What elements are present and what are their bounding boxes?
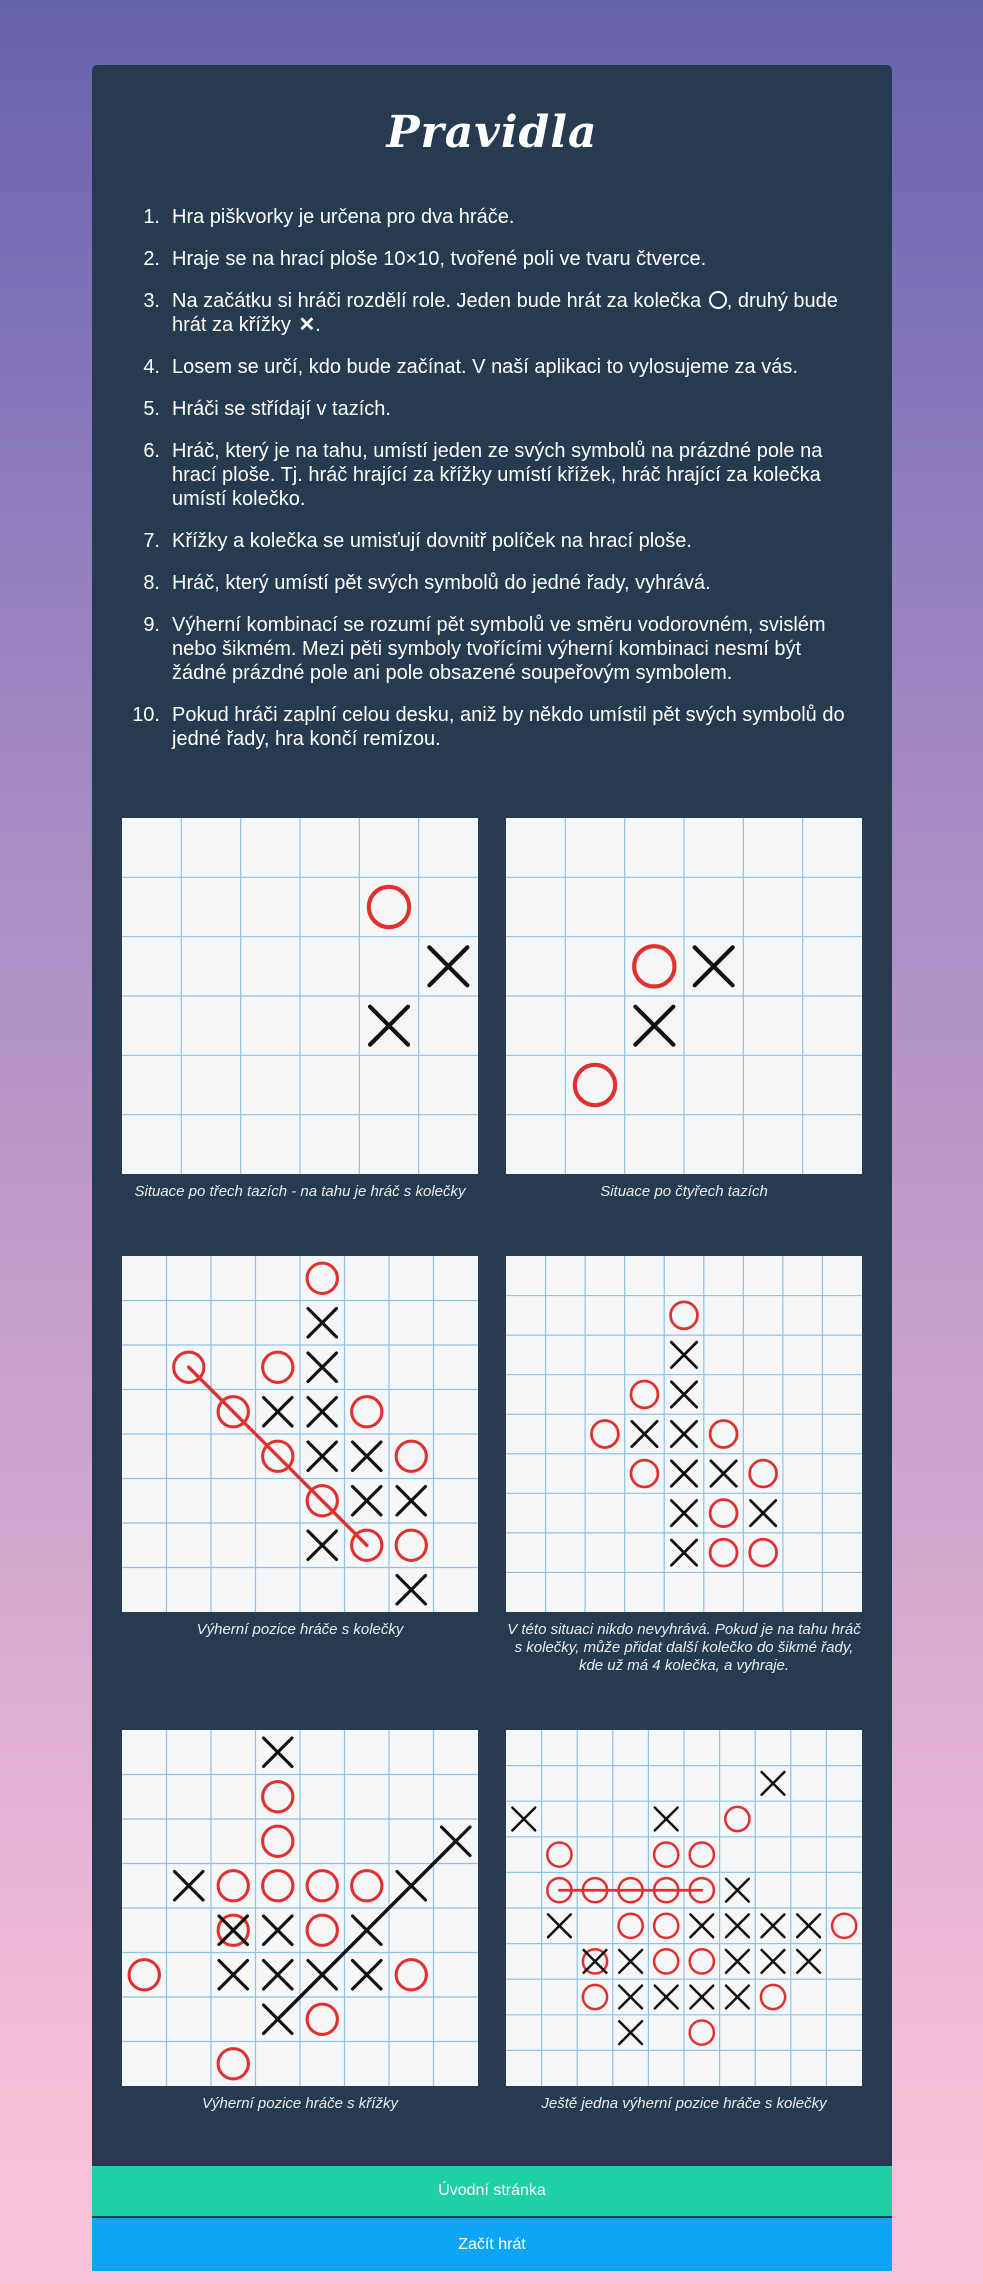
figure-caption: Výherní pozice hráče s křížky — [202, 2095, 398, 2112]
rule-item: 10. Pokud hráči zaplní celou desku, aniž … — [132, 703, 852, 751]
rule-number: 3. — [143, 290, 160, 312]
rule-number: 2. — [143, 248, 160, 270]
rule-number: 5. — [143, 398, 160, 420]
rule-item: 5. Hráči se střídají v tazích. — [143, 397, 852, 421]
rule-item: 9. Výherní kombinací se rozumí pět symbol… — [143, 613, 852, 685]
cross-icon: ✕ — [298, 314, 316, 336]
figure-3: Výherní pozice hráče s kolečky — [122, 1256, 478, 1639]
rule-text: . — [315, 314, 321, 336]
figure-2: Situace po čtyřech tazích — [506, 818, 862, 1201]
rule-item: 3. Na začátku si hráči rozdělí role. Jede… — [143, 289, 852, 337]
rule-item: 6. Hráč, který je na tahu, umístí jeden z… — [143, 439, 852, 511]
figure-caption: Ještě jedna výherní pozice hráče s koleč… — [541, 2095, 827, 2112]
figure-5: Výherní pozice hráče s křížky — [122, 1730, 478, 2113]
figure-1: Situace po třech tazích - na tahu je hrá… — [122, 818, 478, 1201]
rule-item: 8. Hráč, který umístí pět svých symbolů d… — [143, 571, 852, 595]
rule-text: Pokud hráči zaplní celou desku, aniž by … — [172, 704, 845, 750]
rules-card: Pravidla 1. Hra piškvorky je určena pro d… — [92, 65, 892, 2271]
rule-text: Křížky a kolečka se umisťují dovnitř pol… — [172, 530, 692, 552]
rule-number: 6. — [143, 440, 160, 462]
rule-text: Hraje se na hrací ploše 10×10, tvořené p… — [172, 248, 707, 270]
figure-caption: Výherní pozice hráče s kolečky — [196, 1621, 404, 1638]
rule-text: Hráč, který je na tahu, umístí jeden ze … — [172, 440, 823, 510]
game-board-image — [122, 818, 478, 1174]
rule-text: Výherní kombinací se rozumí pět symbolů … — [172, 614, 826, 684]
rule-text: Losem se určí, kdo bude začínat. V naší … — [172, 356, 798, 378]
figure-6: Ještě jedna výherní pozice hráče s koleč… — [506, 1730, 862, 2113]
start-game-button[interactable]: Začít hrát — [92, 2218, 892, 2271]
rule-item: 2. Hraje se na hrací ploše 10×10, tvořené… — [143, 247, 852, 271]
figure-caption: Situace po třech tazích - na tahu je hrá… — [134, 1183, 466, 1200]
rule-text: Hráči se střídají v tazích. — [172, 398, 391, 420]
game-board-image — [122, 1730, 478, 2086]
figure-4: V této situaci nikdo nevyhrává. Pokud je… — [506, 1256, 862, 1675]
rule-item: 7. Křížky a kolečka se umisťují dovnitř p… — [143, 529, 852, 553]
rule-text: Hráč, který umístí pět svých symbolů do … — [172, 572, 711, 594]
game-board-image — [506, 1730, 862, 2086]
circle-icon — [708, 291, 727, 309]
home-button[interactable]: Úvodní stránka — [92, 2166, 892, 2216]
page-title: Pravidla — [386, 107, 598, 158]
rule-number: 10. — [132, 704, 160, 726]
rule-number: 1. — [143, 206, 160, 228]
rules-list: 1. Hra piškvorky je určena pro dva hráče.… — [132, 205, 852, 769]
rule-number: 8. — [143, 572, 160, 594]
figure-caption: Situace po čtyřech tazích — [600, 1183, 768, 1200]
rule-number: 4. — [143, 356, 160, 378]
rule-item: 1. Hra piškvorky je určena pro dva hráče. — [143, 205, 852, 229]
rule-number: 7. — [143, 530, 160, 552]
rule-number: 9. — [143, 614, 160, 636]
rule-text: Na začátku si hráči rozdělí role. Jeden … — [172, 290, 702, 312]
game-board-image — [506, 1256, 862, 1612]
rule-item: 4. Losem se určí, kdo bude začínat. V naš… — [143, 355, 852, 379]
figure-caption: V této situaci nikdo nevyhrává. Pokud je… — [507, 1621, 861, 1674]
game-board-image — [122, 1256, 478, 1612]
rule-text: Hra piškvorky je určena pro dva hráče. — [172, 206, 515, 228]
game-board-image — [506, 818, 862, 1174]
